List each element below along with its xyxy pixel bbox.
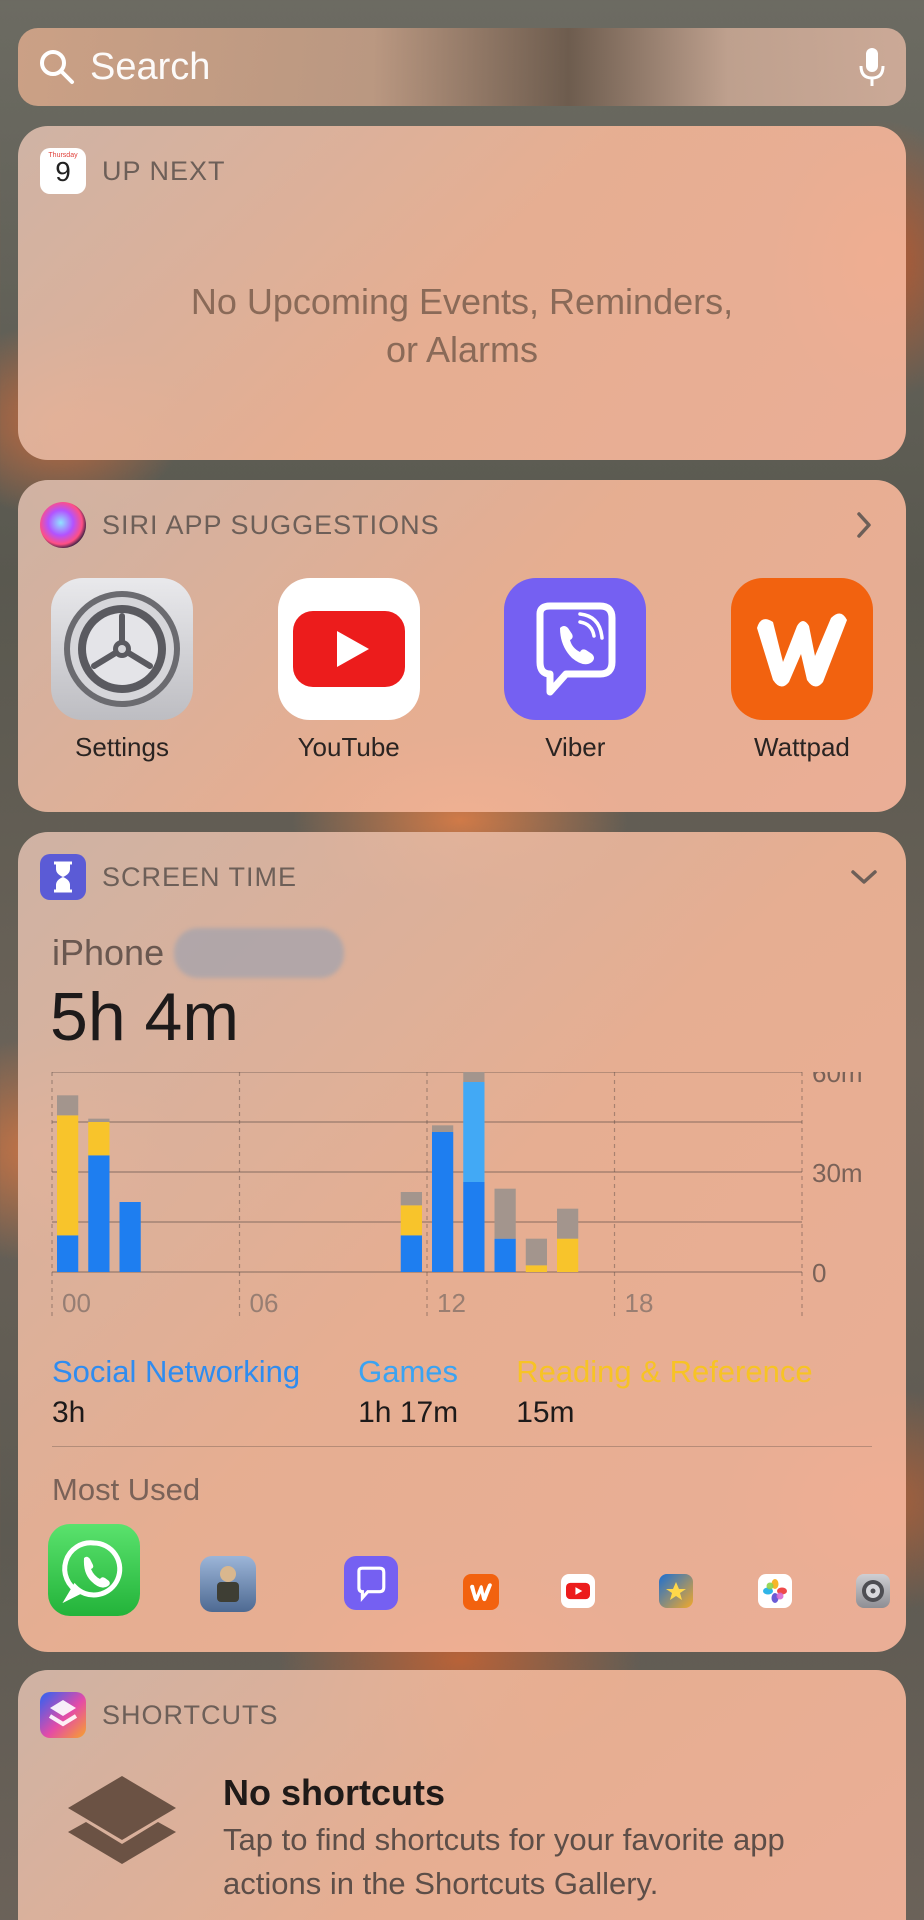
redacted-device-name — [174, 928, 344, 978]
bar-segment-games — [463, 1082, 485, 1182]
up-next-message-line2: or Alarms — [385, 329, 539, 370]
most-used-apps — [48, 1524, 890, 1624]
app-youtube[interactable]: YouTube — [277, 578, 421, 763]
hourglass-icon — [40, 854, 86, 900]
bar-segment-social — [494, 1238, 516, 1272]
bar-segment-other — [463, 1072, 485, 1082]
app-label: YouTube — [297, 732, 400, 762]
youtube-icon — [277, 578, 420, 720]
up-next-widget[interactable]: Thursday 9 UP NEXT No Upcoming Events, R… — [18, 126, 906, 460]
viber-icon[interactable] — [344, 1556, 398, 1610]
x-tick-label: 18 — [625, 1288, 654, 1318]
up-next-message-line1: No Upcoming Events, Reminders, — [190, 281, 734, 322]
app-label: Settings — [75, 732, 169, 762]
bar-segment-other — [57, 1095, 79, 1116]
y-tick-label: 0 — [812, 1258, 826, 1288]
chevron-right-icon[interactable] — [844, 505, 884, 545]
calendar-icon: Thursday 9 — [40, 148, 86, 194]
calendar-day: 9 — [55, 156, 71, 187]
y-tick-label: 60m — [812, 1072, 863, 1088]
siri-title: SIRI APP SUGGESTIONS — [102, 509, 440, 540]
app-label: Wattpad — [754, 732, 850, 762]
wattpad-icon[interactable] — [463, 1574, 499, 1610]
whatsapp-icon[interactable] — [48, 1524, 140, 1616]
category-value: 15m — [516, 1396, 575, 1429]
search-icon — [40, 50, 74, 84]
shortcuts-widget[interactable]: SHORTCUTS No shortcuts Tap to find short… — [18, 1670, 906, 1920]
category-value: 3h — [52, 1396, 86, 1429]
category-name: Reading & Reference — [516, 1354, 813, 1389]
x-tick-label: 06 — [250, 1288, 279, 1318]
category-name: Social Networking — [52, 1354, 301, 1389]
bar-segment-reading — [57, 1115, 79, 1236]
search-bar[interactable]: Search — [18, 28, 906, 106]
bar-segment-other — [432, 1125, 454, 1132]
device-name: iPhone — [52, 932, 165, 973]
bar-segment-reading — [88, 1122, 110, 1156]
screen-time-header: SCREEN TIME — [18, 832, 906, 922]
bar-segment-reading — [400, 1205, 422, 1236]
siri-icon — [40, 502, 86, 548]
x-tick-label: 00 — [62, 1288, 91, 1318]
category-social[interactable]: Social Networking 3h — [52, 1354, 300, 1430]
layers-icon — [68, 1776, 176, 1864]
screen-time-title: SCREEN TIME — [102, 861, 298, 892]
bar-segment-other — [557, 1208, 579, 1239]
category-reading[interactable]: Reading & Reference 15m — [516, 1354, 812, 1430]
viber-icon — [504, 578, 647, 720]
bar-segment-social — [57, 1235, 79, 1272]
app-wattpad[interactable]: Wattpad — [730, 578, 874, 763]
category-legend: Social Networking 3h Games 1h 17m Readin… — [52, 1354, 813, 1430]
app-viber[interactable]: Viber — [503, 578, 647, 763]
bar-segment-social — [432, 1132, 454, 1272]
no-shortcuts-description: Tap to find shortcuts for your favorite … — [223, 1822, 785, 1901]
most-used-label: Most Used — [52, 1472, 201, 1507]
search-placeholder: Search — [90, 45, 211, 88]
bar-segment-reading — [557, 1238, 579, 1272]
bar-segment-other — [525, 1238, 547, 1266]
bar-segment-other — [88, 1118, 110, 1122]
screen-time-widget[interactable]: SCREEN TIME iPhone 5h 4m 00 06 12 18 60m 30m 0… — [18, 832, 906, 1652]
wattpad-icon — [730, 578, 873, 720]
bar-segment-social — [400, 1235, 422, 1272]
pubg-icon[interactable] — [200, 1556, 256, 1612]
app-settings[interactable]: Settings — [50, 578, 194, 763]
chevron-down-icon[interactable] — [844, 857, 884, 897]
photos-icon[interactable] — [758, 1574, 792, 1608]
settings-icon — [51, 578, 193, 720]
up-next-title: UP NEXT — [102, 155, 226, 186]
shortcuts-title: SHORTCUTS — [102, 1699, 279, 1730]
app-label: Viber — [545, 732, 606, 762]
bar-segment-social — [463, 1182, 485, 1272]
shortcuts-icon — [40, 1692, 86, 1738]
bar-segment-social — [88, 1155, 110, 1272]
divider — [52, 1446, 872, 1447]
up-next-header: Thursday 9 UP NEXT — [18, 126, 906, 216]
settings-icon[interactable] — [856, 1574, 890, 1608]
youtube-icon[interactable] — [561, 1574, 595, 1608]
y-tick-label: 30m — [812, 1158, 863, 1188]
microphone-icon[interactable] — [858, 46, 886, 88]
usage-chart: 00 06 12 18 60m 30m 0 — [51, 1072, 863, 1318]
bar-segment-reading — [525, 1265, 547, 1272]
total-screen-time: 5h 4m — [50, 979, 239, 1055]
category-name: Games — [358, 1354, 459, 1389]
bar-segment-other — [494, 1188, 516, 1239]
bar-segment-social — [119, 1202, 141, 1272]
shortcuts-header: SHORTCUTS — [18, 1670, 906, 1760]
game-icon[interactable] — [659, 1574, 693, 1608]
category-games[interactable]: Games 1h 17m — [358, 1354, 458, 1430]
siri-header: SIRI APP SUGGESTIONS — [18, 480, 906, 570]
no-shortcuts-heading: No shortcuts — [223, 1772, 446, 1813]
up-next-message: No Upcoming Events, Reminders, or Alarms — [18, 278, 906, 374]
siri-suggestions-widget: SIRI APP SUGGESTIONS Settings YouTube Vi… — [18, 480, 906, 812]
bar-segment-other — [400, 1192, 422, 1206]
category-value: 1h 17m — [358, 1396, 459, 1429]
x-tick-label: 12 — [437, 1288, 466, 1318]
